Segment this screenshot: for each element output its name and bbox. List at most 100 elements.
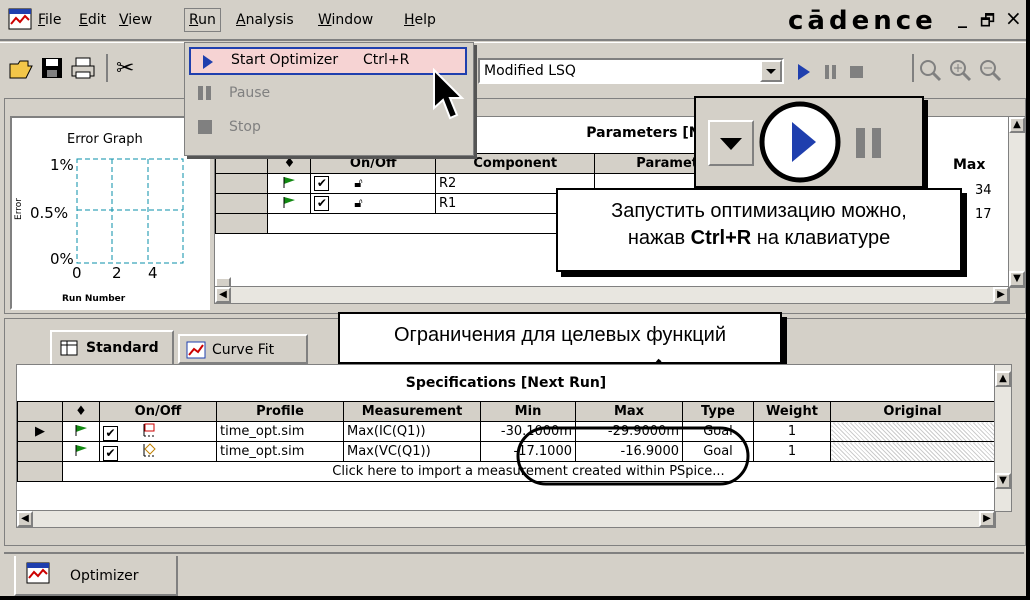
menu-start-shortcut: Ctrl+R bbox=[363, 52, 410, 68]
scroll-right-arrow[interactable]: ▶ bbox=[993, 287, 1009, 303]
app-window: File Edit View Run Analysis Window Help … bbox=[0, 0, 1030, 600]
engine-select[interactable]: Modified LSQ bbox=[478, 58, 784, 84]
pause-icon[interactable] bbox=[850, 124, 890, 164]
col-min: Min bbox=[480, 401, 576, 422]
specifications-vscroll[interactable]: ▲ ▼ bbox=[994, 364, 1012, 512]
zoom-in-icon[interactable] bbox=[948, 58, 972, 82]
pause-icon bbox=[198, 86, 211, 100]
scroll-right-arrow[interactable]: ▶ bbox=[979, 511, 995, 527]
min-max-highlight bbox=[516, 426, 750, 486]
specs-hint-text: Ограничения для целевых функций bbox=[393, 324, 727, 346]
minimize-button[interactable]: _ bbox=[958, 8, 967, 29]
specifications-hscroll[interactable]: ◀ ▶ bbox=[16, 510, 996, 528]
engine-select-value: Modified LSQ bbox=[484, 63, 576, 79]
menu-pause[interactable]: Pause bbox=[229, 85, 270, 101]
scroll-down-arrow[interactable]: ▼ bbox=[1009, 271, 1025, 287]
col-original: Original bbox=[830, 401, 995, 422]
menu-edit[interactable]: Edit bbox=[79, 12, 106, 28]
table-row[interactable]: ▶ ✔ time_opt.sim Max(IC(Q1)) -30.1000m -… bbox=[17, 421, 995, 442]
parameters-hscroll[interactable]: ◀ ▶ bbox=[214, 286, 1010, 304]
col-profile: Profile bbox=[216, 401, 344, 422]
hint-callout-specs: Ограничения для целевых функций bbox=[338, 312, 782, 364]
y-tick: 0.5% bbox=[30, 204, 69, 222]
menubar: File Edit View Run Analysis Window Help … bbox=[0, 0, 1026, 40]
cut-icon[interactable]: ✂ bbox=[116, 56, 134, 81]
zoom-icon[interactable] bbox=[918, 58, 942, 82]
tab-curve-fit-label: Curve Fit bbox=[212, 342, 275, 358]
col-max: Max bbox=[953, 157, 986, 173]
start-optimizer-icon[interactable] bbox=[758, 100, 842, 184]
cadence-logo: cādence bbox=[788, 6, 937, 36]
menu-file[interactable]: File bbox=[38, 12, 61, 28]
voltage-probe-icon bbox=[143, 442, 156, 456]
x-axis-label: Run Number bbox=[62, 294, 126, 304]
profile-cell[interactable]: time_opt.sim bbox=[216, 421, 344, 442]
flag-icon bbox=[75, 424, 87, 436]
menu-help[interactable]: Help bbox=[404, 12, 436, 28]
menu-start-optimizer[interactable]: Start Optimizer Ctrl+R bbox=[189, 47, 467, 75]
menu-analysis[interactable]: Analysis bbox=[236, 12, 294, 28]
stop-icon bbox=[198, 120, 212, 134]
scroll-left-arrow[interactable]: ◀ bbox=[17, 511, 33, 527]
restore-button[interactable]: 🗗 bbox=[980, 10, 995, 37]
x-tick: 4 bbox=[148, 264, 158, 282]
menu-view[interactable]: View bbox=[119, 12, 152, 28]
measurement-cell[interactable]: Max(IC(Q1)) bbox=[343, 421, 481, 442]
col-type: Type bbox=[682, 401, 754, 422]
profile-cell[interactable]: time_opt.sim bbox=[216, 441, 344, 462]
current-probe-icon bbox=[143, 423, 156, 436]
scroll-left-arrow[interactable]: ◀ bbox=[215, 287, 231, 303]
menu-stop[interactable]: Stop bbox=[229, 119, 261, 135]
y-axis-label: Error bbox=[13, 198, 24, 220]
scroll-down-arrow[interactable]: ▼ bbox=[995, 473, 1011, 489]
enable-checkbox[interactable]: ✔ bbox=[103, 445, 118, 461]
tab-curve-fit[interactable]: Curve Fit bbox=[178, 334, 308, 364]
lock-icon[interactable]: 🔓︎ bbox=[354, 196, 362, 211]
play-icon bbox=[203, 55, 213, 69]
scroll-up-arrow[interactable]: ▲ bbox=[1009, 117, 1025, 133]
y-tick: 0% bbox=[50, 250, 74, 268]
parameters-vscroll[interactable]: ▲ ▼ bbox=[1008, 116, 1026, 288]
error-grid bbox=[76, 158, 184, 264]
enable-checkbox[interactable]: ✔ bbox=[314, 176, 330, 191]
weight-cell[interactable]: 1 bbox=[753, 421, 831, 442]
weight-cell[interactable]: 1 bbox=[753, 441, 831, 462]
y-tick: 1% bbox=[50, 156, 74, 174]
curve-fit-icon bbox=[186, 341, 206, 359]
max-cell: 34 bbox=[975, 183, 992, 198]
print-icon[interactable] bbox=[70, 56, 96, 80]
col-measurement: Measurement bbox=[343, 401, 481, 422]
enable-checkbox[interactable]: ✔ bbox=[103, 425, 118, 441]
col-flag: ♦ bbox=[267, 153, 312, 174]
stop-small-icon[interactable] bbox=[848, 64, 866, 80]
save-icon[interactable] bbox=[40, 56, 64, 80]
table-row[interactable]: ✔ time_opt.sim Max(VC(Q1)) -17.1000 -16.… bbox=[17, 441, 995, 462]
error-graph: Error Graph 1% 0.5% 0% Error 0 2 4 Run N… bbox=[10, 116, 210, 310]
app-icon bbox=[8, 8, 32, 30]
chevron-down-icon[interactable] bbox=[760, 60, 782, 82]
menu-run[interactable]: Run bbox=[184, 8, 221, 32]
menu-window[interactable]: Window bbox=[318, 12, 373, 28]
flag-icon bbox=[283, 176, 296, 188]
flag-icon bbox=[75, 444, 87, 456]
zoom-out-icon[interactable] bbox=[978, 58, 1002, 82]
row-pointer-icon: ▶ bbox=[35, 424, 45, 439]
error-graph-title: Error Graph bbox=[67, 132, 143, 147]
col-component: Component bbox=[434, 153, 596, 174]
optimizer-tab-label: Optimizer bbox=[70, 568, 139, 584]
hint-line-1: Запустить оптимизацию можно, bbox=[611, 200, 907, 222]
col-weight: Weight bbox=[753, 401, 831, 422]
scroll-up-arrow[interactable]: ▲ bbox=[995, 371, 1011, 387]
tab-standard[interactable]: Standard bbox=[50, 330, 174, 364]
optimizer-tab[interactable]: Optimizer bbox=[14, 556, 178, 596]
enable-checkbox[interactable]: ✔ bbox=[314, 196, 330, 211]
chevron-down-icon[interactable] bbox=[708, 120, 754, 166]
measurement-cell[interactable]: Max(VC(Q1)) bbox=[343, 441, 481, 462]
run-small-icon[interactable] bbox=[794, 62, 812, 82]
pause-small-icon[interactable] bbox=[822, 64, 840, 80]
col-onoff: On/Off bbox=[99, 401, 217, 422]
close-button[interactable]: × bbox=[1005, 6, 1022, 30]
col-max: Max bbox=[575, 401, 683, 422]
lock-icon[interactable]: 🔓︎ bbox=[354, 176, 362, 191]
open-folder-icon[interactable] bbox=[8, 56, 34, 80]
